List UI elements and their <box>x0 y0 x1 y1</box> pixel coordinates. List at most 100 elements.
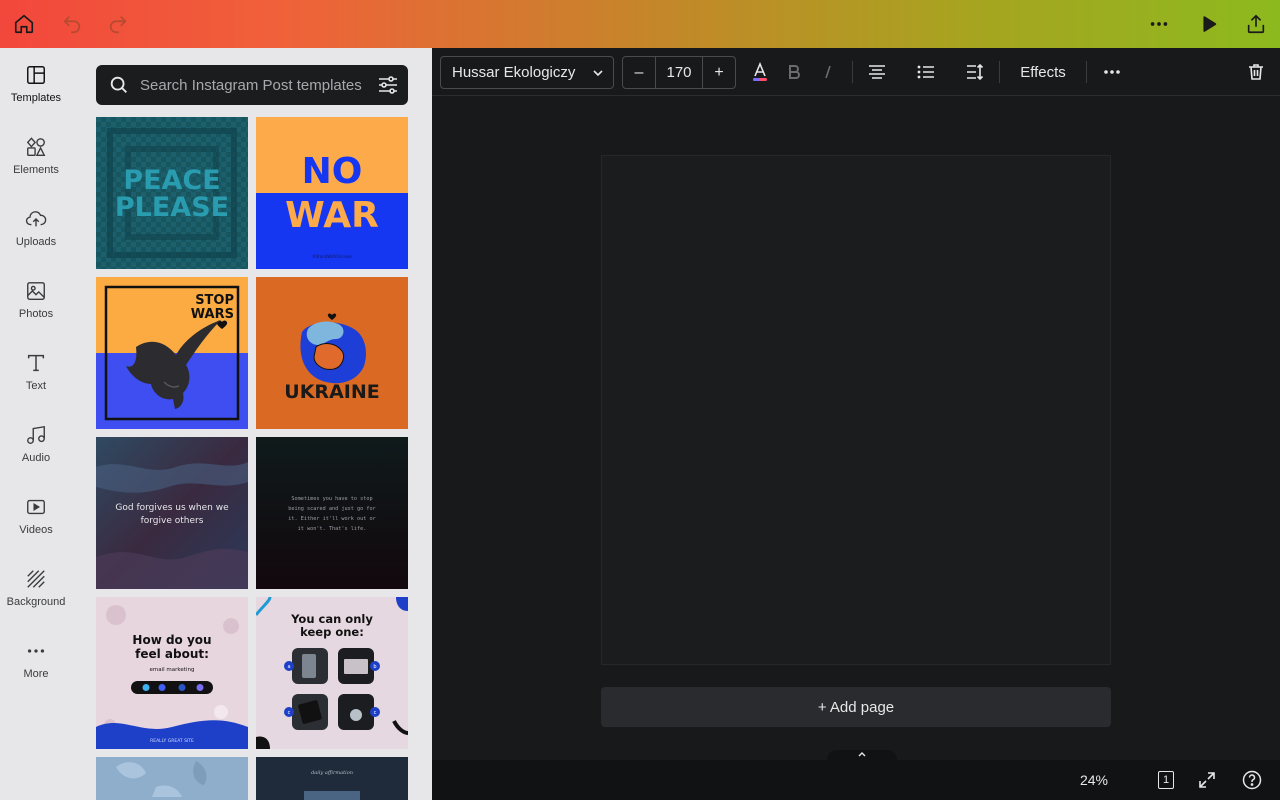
template-text: How do you <box>132 633 211 647</box>
rail-item-photos[interactable]: Photos <box>0 264 72 336</box>
option-badge: a <box>287 664 290 670</box>
font-size-stepper: – 170 + <box>622 56 736 89</box>
text-color-icon <box>753 62 767 81</box>
rail-item-more[interactable]: More <box>0 624 72 696</box>
page-count: 1 <box>1158 771 1174 789</box>
rail-item-uploads[interactable]: Uploads <box>0 192 72 264</box>
template-card-god-forgives[interactable]: God forgives us when we forgive others <box>96 437 248 589</box>
elements-icon <box>26 137 46 156</box>
font-family-dropdown[interactable]: Hussar Ekologiczy <box>440 56 614 89</box>
template-card-how-do-you-feel[interactable]: How do you feel about: email marketing R… <box>96 597 248 749</box>
effects-button[interactable]: Effects <box>1008 57 1078 87</box>
more-properties-button[interactable] <box>1096 57 1128 87</box>
filter-icon[interactable] <box>376 73 400 97</box>
template-text: Sometimes you have to stop <box>291 496 372 502</box>
bulleted-list-icon <box>917 65 934 79</box>
upload-icon <box>25 211 47 227</box>
text-color-button[interactable] <box>744 57 776 87</box>
chevron-down-icon <box>593 70 603 77</box>
redo-icon <box>109 16 127 34</box>
template-search-bar <box>96 65 408 105</box>
template-card-peace-please[interactable]: PEACE PLEASE <box>96 117 248 269</box>
rail-label: Text <box>25 380 47 392</box>
template-card-daily-affirmation[interactable]: daily affirmation <box>256 757 408 800</box>
template-thumbnail: PEACE PLEASE <box>96 117 248 269</box>
rail-item-videos[interactable]: Videos <box>0 480 72 552</box>
template-thumbnail: You can only keep one: a b c c <box>256 597 408 749</box>
template-text: REALLY GREAT SITE <box>150 738 194 744</box>
list-button[interactable] <box>910 57 942 87</box>
template-text: feel about: <box>135 647 209 661</box>
more-icon <box>27 649 45 653</box>
notes-expand-handle[interactable] <box>827 750 897 762</box>
video-icon <box>27 499 45 515</box>
add-page-button[interactable]: + Add page <box>601 687 1111 727</box>
divider <box>1086 61 1087 83</box>
rail-item-audio[interactable]: Audio <box>0 408 72 480</box>
template-text: email marketing <box>150 667 195 673</box>
template-card-no-war[interactable]: NO WAR #StandWithUkraine <box>256 117 408 269</box>
text-align-button[interactable] <box>861 57 893 87</box>
text-icon <box>27 354 45 372</box>
more-options-button[interactable] <box>1141 6 1177 42</box>
help-icon <box>1242 770 1262 790</box>
rail-label: Background <box>6 596 66 608</box>
template-search-input[interactable] <box>140 65 366 105</box>
increase-font-size-button[interactable]: + <box>703 57 735 88</box>
background-icon <box>27 570 45 588</box>
undo-button[interactable] <box>54 6 90 42</box>
help-button[interactable] <box>1239 768 1265 792</box>
divider <box>999 61 1000 83</box>
bold-icon <box>789 65 800 79</box>
italic-icon <box>825 65 831 79</box>
align-center-icon <box>869 65 885 79</box>
share-icon <box>1247 14 1265 34</box>
rail-item-text[interactable]: Text <box>0 336 72 408</box>
rail-item-templates[interactable]: Templates <box>0 48 72 120</box>
design-page[interactable] <box>601 155 1111 665</box>
undo-icon <box>63 16 81 34</box>
chevron-up-icon <box>858 752 866 757</box>
template-card-stop-wars[interactable]: STOP WARS <box>96 277 248 429</box>
template-thumbnail: NO WAR #StandWithUkraine <box>256 117 408 269</box>
more-horizontal-icon <box>1150 22 1168 26</box>
italic-button[interactable] <box>812 57 844 87</box>
template-card-ukraine[interactable]: UKRAINE <box>256 277 408 429</box>
audio-icon <box>27 425 45 444</box>
rail-item-background[interactable]: Background <box>0 552 72 624</box>
template-card-sometimes[interactable]: Sometimes you have to stop being scared … <box>256 437 408 589</box>
template-text: UKRAINE <box>284 381 379 403</box>
font-size-input[interactable]: 170 <box>655 57 703 88</box>
divider <box>852 61 853 83</box>
page-count-button[interactable]: 1 <box>1153 768 1179 792</box>
template-text: God forgives us when we <box>115 503 229 513</box>
trash-icon <box>1249 64 1263 80</box>
rail-label: Uploads <box>15 236 57 248</box>
template-thumbnail: daily affirmation <box>256 757 408 800</box>
rail-item-elements[interactable]: Elements <box>0 120 72 192</box>
rail-label: Photos <box>18 308 54 320</box>
template-text: STOP <box>195 293 234 308</box>
templates-icon <box>27 66 45 84</box>
delete-button[interactable] <box>1240 57 1272 87</box>
template-card-floral[interactable] <box>96 757 248 800</box>
template-text: daily affirmation <box>311 770 353 776</box>
fullscreen-button[interactable] <box>1194 768 1220 792</box>
home-button[interactable] <box>6 6 42 42</box>
rail-label: Audio <box>21 452 51 464</box>
zoom-level[interactable]: 24% <box>1072 770 1116 790</box>
redo-button[interactable] <box>100 6 136 42</box>
template-thumbnail: UKRAINE <box>256 277 408 429</box>
bold-button[interactable] <box>778 57 810 87</box>
rail-label: Videos <box>19 524 53 536</box>
share-button[interactable] <box>1238 6 1274 42</box>
rail-label: Elements <box>13 164 59 176</box>
template-card-keep-one[interactable]: You can only keep one: a b c c <box>256 597 408 749</box>
spacing-button[interactable] <box>959 57 991 87</box>
editor-canvas-area: Hussar Ekologiczy – 170 + Effects + Add … <box>432 48 1280 760</box>
template-text: PLEASE <box>115 192 229 223</box>
decrease-font-size-button[interactable]: – <box>623 57 655 88</box>
search-icon <box>110 76 127 93</box>
more-horizontal-icon <box>1104 70 1120 74</box>
present-button[interactable] <box>1190 6 1226 42</box>
